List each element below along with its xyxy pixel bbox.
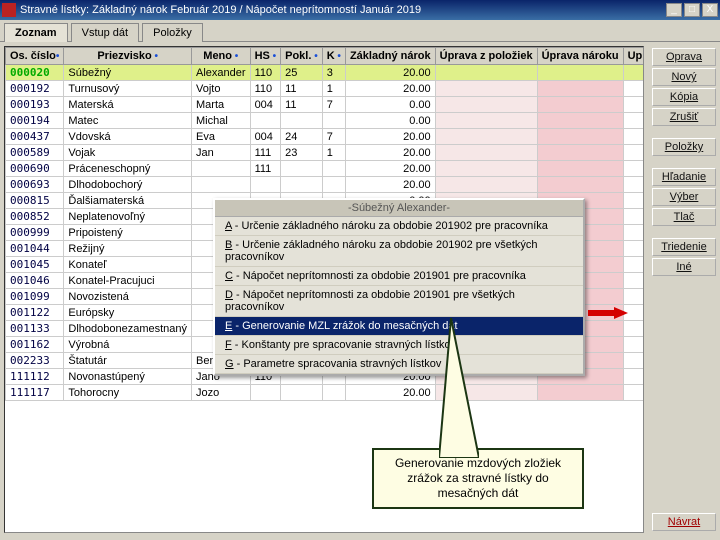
table-row[interactable]: 000690Práceneschopný11120.0020.00 [6, 161, 645, 177]
menu-item-b[interactable]: B - Určenie základného nároku za obdobie… [215, 236, 583, 267]
menu-item-a[interactable]: A - Určenie základného nároku za obdobie… [215, 217, 583, 236]
table-row[interactable]: 000437VdovskáEva00424720.0020.00 [6, 129, 645, 145]
col-k[interactable]: K • [322, 48, 345, 65]
col-uprava-naroku[interactable]: Úprava nároku [537, 48, 623, 65]
table-row[interactable]: 000589VojakJan11123120.0020.00 [6, 145, 645, 161]
menu-item-d[interactable]: D - Nápočet neprítomnosti za obdobie 201… [215, 286, 583, 317]
close-button[interactable]: X [702, 3, 718, 17]
col-zakladny-narok[interactable]: Základný nárok [345, 48, 435, 65]
table-row[interactable]: 000193MaterskáMarta0041170.000.00 [6, 97, 645, 113]
tab-bar: Zoznam Vstup dát Položky [0, 22, 720, 41]
table-row[interactable]: 000020SúbežnýAlexander11025320.0020.00 [6, 65, 645, 81]
app-icon [2, 3, 16, 17]
maximize-button[interactable]: □ [684, 3, 700, 17]
col-priezvisko[interactable]: Priezvisko • [64, 48, 192, 65]
btn-zrusit[interactable]: Zrušiť [652, 108, 716, 126]
menu-item-f[interactable]: F - Konštanty pre spracovanie stravných … [215, 336, 583, 355]
col-os-cislo[interactable]: Os. číslo• [6, 48, 64, 65]
window-title: Stravné lístky: Základný nárok Február 2… [20, 4, 421, 16]
col-uprava-z-poloziek[interactable]: Úprava z položiek [435, 48, 537, 65]
btn-triedenie[interactable]: Triedenie [652, 238, 716, 256]
btn-ine[interactable]: Iné [652, 258, 716, 276]
btn-vyber[interactable]: Výber [652, 188, 716, 206]
tab-vstup-dat[interactable]: Vstup dát [71, 23, 139, 42]
table-row[interactable]: 000192TurnusovýVojto11011120.0020.00 [6, 81, 645, 97]
right-sidebar: Oprava Nový Kópia Zrušiť Položky Hľadani… [648, 42, 720, 537]
btn-navrat[interactable]: Návrat [652, 513, 716, 531]
btn-kopia[interactable]: Kópia [652, 88, 716, 106]
col-meno[interactable]: Meno • [192, 48, 251, 65]
tab-polozky[interactable]: Položky [142, 23, 203, 42]
btn-tlac[interactable]: Tlač [652, 208, 716, 226]
table-row[interactable]: 000194MatecMichal0.000.00 [6, 113, 645, 129]
context-menu-title: -Súbežný Alexander- [215, 200, 583, 217]
btn-novy[interactable]: Nový [652, 68, 716, 86]
table-row[interactable]: 111117TohorocnyJozo20.0020.00 [6, 385, 645, 401]
menu-item-c[interactable]: C - Nápočet neprítomnosti za obdobie 201… [215, 267, 583, 286]
callout-text: Generovanie mzdových zložiek zrážok za s… [395, 456, 561, 500]
table-header-row: Os. číslo• Priezvisko • Meno • HS • Pokl… [6, 48, 645, 65]
col-upraveny-narok[interactable]: Upravený nárok [623, 48, 644, 65]
callout-box: Generovanie mzdových zložiek zrážok za s… [372, 448, 584, 509]
menu-item-g[interactable]: G - Parametre spracovania stravných líst… [215, 355, 583, 374]
col-pokl[interactable]: Pokl. • [281, 48, 323, 65]
col-hs[interactable]: HS • [250, 48, 281, 65]
btn-oprava[interactable]: Oprava [652, 48, 716, 66]
btn-hladanie[interactable]: Hľadanie [652, 168, 716, 186]
context-menu: -Súbežný Alexander- A - Určenie základné… [213, 198, 585, 376]
menu-item-e[interactable]: E - Generovanie MZL zrážok do mesačných … [215, 317, 583, 336]
window-titlebar: Stravné lístky: Základný nárok Február 2… [0, 0, 720, 20]
btn-polozky[interactable]: Položky [652, 138, 716, 156]
minimize-button[interactable]: _ [666, 3, 682, 17]
tab-zoznam[interactable]: Zoznam [4, 23, 68, 42]
table-row[interactable]: 000693Dlhodobochorý20.0020.00 [6, 177, 645, 193]
